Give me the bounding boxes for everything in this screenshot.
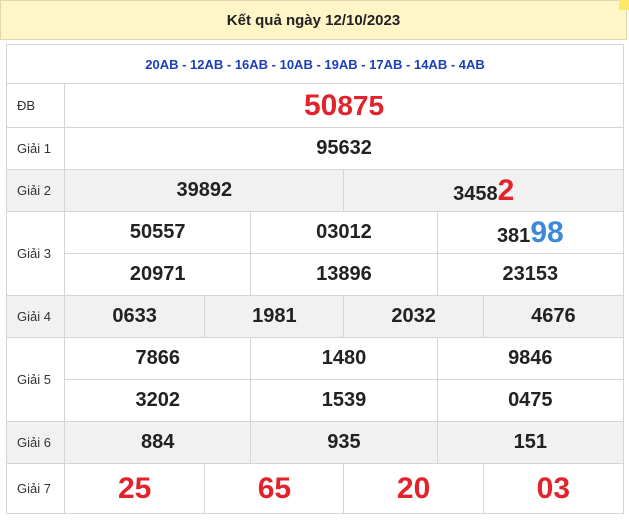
results-panel: Kết quả ngày 12/10/2023 20AB - 12AB - 16… [0, 0, 629, 530]
prize-g4-value-3: 2032 [343, 295, 484, 338]
prize-g4-value-4: 4676 [482, 295, 625, 338]
prize-g4-value-1: 0633 [64, 295, 206, 338]
prize-g7-value-4: 03 [482, 463, 625, 514]
prize-g3-value-5: 13896 [250, 253, 438, 296]
prize-g1-value: 95632 [64, 127, 624, 170]
prize-g7-value-3: 20 [343, 463, 484, 514]
prize-g6-value-1: 884 [64, 421, 252, 464]
prize-g6-value-2: 935 [250, 421, 438, 464]
prize-g5-value-1: 7866 [64, 337, 252, 380]
prize-db-highlight: 0 [320, 88, 338, 122]
prize-g7-value-2: 65 [204, 463, 345, 514]
results-title: Kết quả ngày 12/10/2023 [0, 0, 627, 40]
prize-g6-value-3: 151 [436, 421, 625, 464]
prize-g4-value-2: 1981 [204, 295, 345, 338]
prize-g3-value-4: 20971 [64, 253, 252, 296]
label-g1: Giải 1 [5, 127, 66, 170]
prize-db-digit: 5 [303, 88, 321, 122]
label-db: ĐB [5, 83, 66, 128]
prize-g3-value-2: 03012 [250, 211, 438, 254]
prize-codes: 20AB - 12AB - 16AB - 10AB - 19AB - 17AB … [6, 44, 624, 84]
prize-g3-value-1: 50557 [64, 211, 252, 254]
prize-g3-value-3-highlight: 98 [530, 215, 564, 249]
prize-g3-value-6: 23153 [436, 253, 625, 296]
prize-g2-value-2: 34582 [343, 169, 624, 212]
prize-g3-value-3-main: 381 [496, 224, 531, 247]
prize-g5-value-3: 9846 [436, 337, 625, 380]
prize-g7-value-1: 25 [64, 463, 206, 514]
prize-g2-value-2-main: 3458 [453, 182, 498, 205]
label-g2: Giải 2 [5, 169, 66, 212]
corner-decoration [619, 0, 629, 10]
label-g4: Giải 4 [5, 295, 66, 338]
prize-db-rest: 875 [337, 89, 385, 121]
prize-g2-value-2-highlight: 2 [497, 173, 515, 207]
results-table: 20AB - 12AB - 16AB - 10AB - 19AB - 17AB … [5, 44, 625, 514]
prize-g5-value-6: 0475 [436, 379, 625, 422]
label-g7: Giải 7 [5, 463, 66, 514]
prize-g2-value-1: 39892 [64, 169, 345, 212]
label-g6: Giải 6 [5, 421, 66, 464]
prize-g5-value-2: 1480 [250, 337, 438, 380]
prize-g5-value-5: 1539 [250, 379, 438, 422]
label-g5: Giải 5 [5, 337, 66, 422]
prize-g3-value-3: 38198 [436, 211, 625, 254]
label-g3: Giải 3 [5, 211, 66, 296]
prize-db-value: 50875 [64, 83, 624, 128]
prize-g5-value-4: 3202 [64, 379, 252, 422]
